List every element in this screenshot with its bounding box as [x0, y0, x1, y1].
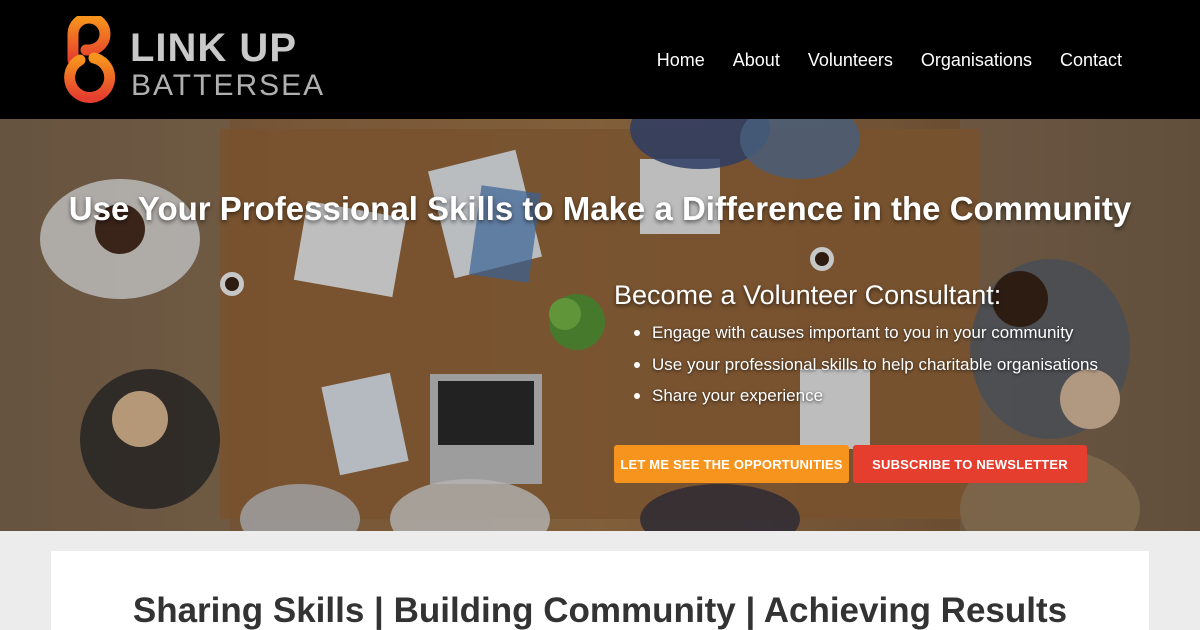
- nav-item-organisations[interactable]: Organisations: [921, 48, 1032, 72]
- nav-item-contact[interactable]: Contact: [1060, 48, 1122, 72]
- logo[interactable]: LINK UP BATTERSEA: [64, 16, 324, 104]
- bullet-icon: [634, 330, 640, 336]
- hero-section: Use Your Professional Skills to Make a D…: [0, 119, 1200, 531]
- tagline-heading: Sharing Skills | Building Community | Ac…: [132, 591, 1068, 630]
- volunteer-heading: Become a Volunteer Consultant:: [614, 280, 1002, 310]
- b-link-logo-icon: [64, 16, 116, 103]
- tagline-card: Sharing Skills | Building Community | Ac…: [51, 551, 1149, 630]
- nav-item-about[interactable]: About: [733, 48, 780, 72]
- site-header: LINK UP BATTERSEA Home About Volunteers …: [0, 0, 1200, 119]
- volunteer-benefits-list: Engage with causes important to you in y…: [634, 317, 1098, 412]
- logo-wordmark-line2: BATTERSEA: [131, 69, 326, 102]
- list-item: Engage with causes important to you in y…: [634, 317, 1098, 349]
- logo-wordmark-line1: LINK UP: [130, 26, 297, 70]
- see-opportunities-button[interactable]: LET ME SEE THE OPPORTUNITIES: [614, 445, 849, 483]
- list-item-text: Engage with causes important to you in y…: [652, 323, 1074, 342]
- list-item-text: Share your experience: [652, 386, 824, 405]
- bullet-icon: [634, 393, 640, 399]
- hero-title: Use Your Professional Skills to Make a D…: [68, 190, 1132, 227]
- subscribe-newsletter-button[interactable]: SUBSCRIBE TO NEWSLETTER: [853, 445, 1087, 483]
- main-nav: Home About Volunteers Organisations Cont…: [629, 48, 1122, 72]
- list-item: Use your professional skills to help cha…: [634, 349, 1098, 381]
- list-item-text: Use your professional skills to help cha…: [652, 354, 1099, 374]
- list-item: Share your experience: [634, 380, 1098, 412]
- nav-item-home[interactable]: Home: [657, 48, 705, 72]
- bullet-icon: [634, 361, 640, 368]
- nav-item-volunteers[interactable]: Volunteers: [808, 48, 893, 72]
